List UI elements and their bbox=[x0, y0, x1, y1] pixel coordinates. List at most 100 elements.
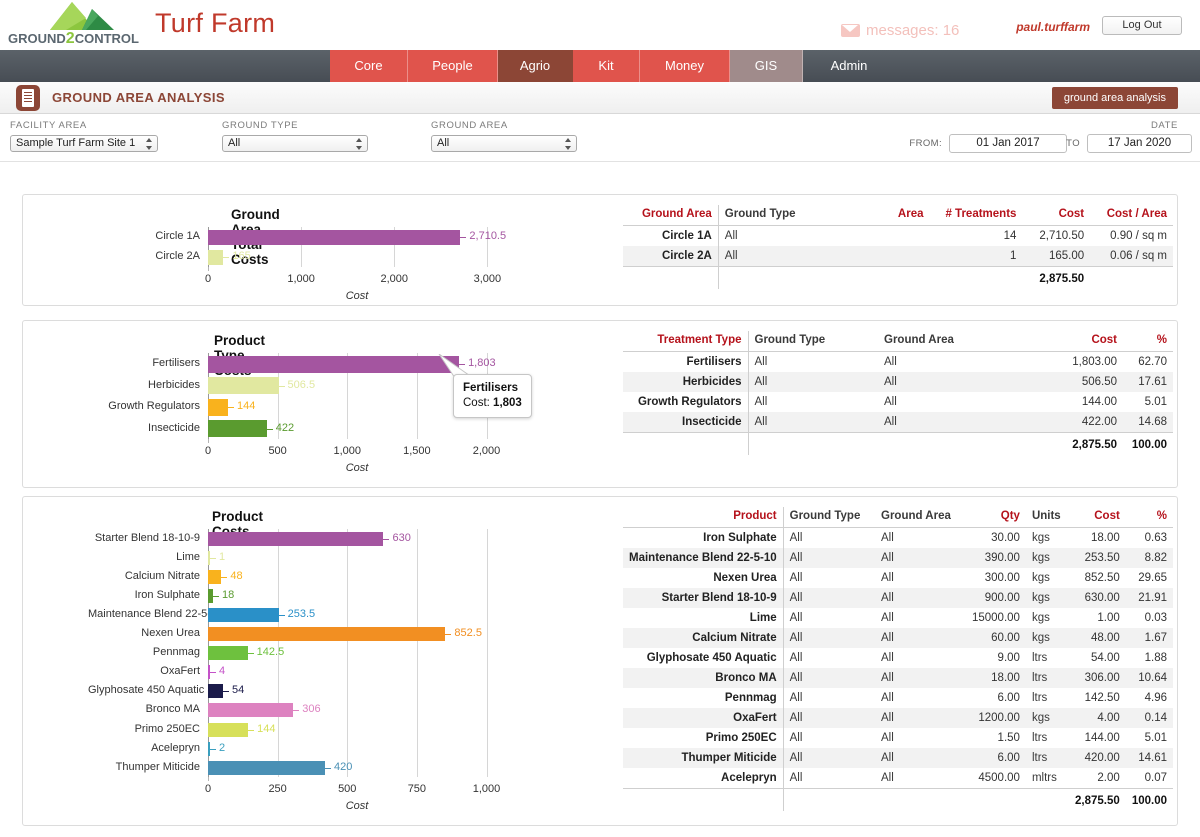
cell-pct: 1.67 bbox=[1125, 628, 1173, 648]
facility-area-select[interactable]: Sample Turf Farm Site 1 bbox=[10, 135, 158, 152]
chart-bar[interactable] bbox=[208, 420, 267, 437]
table-header-row: Treatment Type Ground Type Ground Area C… bbox=[623, 331, 1173, 352]
cell-total-pct: 100.00 bbox=[1123, 432, 1173, 455]
nav-tab-core[interactable]: Core bbox=[330, 50, 408, 82]
table-total-row: 2,875.50 bbox=[623, 266, 1173, 289]
chart-value-label: 48 bbox=[230, 569, 243, 582]
cell-pct: 29.65 bbox=[1138, 572, 1167, 584]
cell-blank bbox=[623, 266, 719, 289]
cell-ground-type: All bbox=[789, 612, 803, 624]
chart-x-tick-label: 500 bbox=[268, 445, 287, 457]
table-row[interactable]: Bronco MA All All 18.00 ltrs 306.00 10.64 bbox=[623, 668, 1173, 688]
chart-bar[interactable] bbox=[208, 607, 279, 622]
chart-value-label: 506.5 bbox=[287, 378, 316, 391]
cell-qty: 30.00 bbox=[991, 532, 1020, 544]
cell-qty: 1200.00 bbox=[964, 708, 1026, 728]
chart-value-connector bbox=[293, 710, 300, 712]
cell-qty: 4500.00 bbox=[978, 772, 1020, 784]
table-row[interactable]: Circle 2A All 1 165.00 0.06 / sq m bbox=[623, 246, 1173, 267]
table-row[interactable]: Iron Sulphate All All 30.00 kgs 18.00 0.63 bbox=[623, 527, 1173, 548]
chart-bar[interactable] bbox=[208, 229, 461, 245]
th-cost: Cost bbox=[1022, 205, 1091, 226]
chart-bar[interactable] bbox=[208, 627, 446, 641]
breadcrumb[interactable]: ground area analysis bbox=[1051, 87, 1178, 109]
cell-cost: 54.00 bbox=[1091, 652, 1120, 664]
table-row[interactable]: Primo 250EC All All 1.50 ltrs 144.00 5.01 bbox=[623, 728, 1173, 748]
chart-value-label: 852.5 bbox=[454, 627, 482, 639]
table-row[interactable]: OxaFert All All 1200.00 kgs 4.00 0.14 bbox=[623, 708, 1173, 728]
chart-value-label: 54 bbox=[232, 684, 245, 697]
table-row[interactable]: Growth Regulators All All 144.00 5.01 bbox=[623, 392, 1173, 412]
chart-category-label: Acelepryn bbox=[151, 741, 200, 754]
cell-total-cost: 2,875.50 bbox=[1069, 788, 1126, 811]
chart-category-label: Fertilisers bbox=[152, 357, 200, 369]
main-navigation: Core People Agrio Kit Money GIS Admin bbox=[0, 50, 1200, 82]
date-to-input[interactable]: 17 Jan 2020 bbox=[1087, 134, 1192, 153]
chart-value-label: 165 bbox=[232, 250, 251, 262]
cell-total-pct: 100.00 bbox=[1125, 788, 1173, 811]
chart-bar[interactable] bbox=[208, 398, 229, 416]
table-total-row: 2,875.50 100.00 bbox=[623, 788, 1173, 811]
chart-value-connector bbox=[210, 672, 216, 674]
table-row[interactable]: Thumper Miticide All All 6.00 ltrs 420.00 14.6… bbox=[623, 748, 1173, 768]
cell-qty: 18.00 bbox=[964, 668, 1026, 688]
chart-bar[interactable] bbox=[208, 377, 279, 394]
table-row[interactable]: Circle 1A All 14 2,710.50 0.90 / sq m bbox=[623, 225, 1173, 246]
chart-bar[interactable] bbox=[208, 722, 249, 737]
ground-type-select[interactable]: All bbox=[222, 135, 368, 152]
chart-value-connector bbox=[213, 595, 219, 597]
nav-tab-agrio[interactable]: Agrio bbox=[498, 50, 573, 82]
table-row[interactable]: Insecticide All All 422.00 14.68 bbox=[623, 412, 1173, 433]
page-title-bar: GROUND AREA ANALYSIS ground area analysi… bbox=[0, 82, 1200, 114]
cell-pct: 14.68 bbox=[1123, 412, 1173, 433]
chart-value-connector bbox=[460, 237, 467, 238]
nav-tab-people[interactable]: People bbox=[408, 50, 498, 82]
chart-x-tick-label: 2,000 bbox=[472, 445, 501, 457]
cell-ground-area: All bbox=[881, 612, 894, 624]
chart-bar[interactable] bbox=[208, 569, 222, 584]
date-label: DATE bbox=[1150, 120, 1178, 131]
table-body: Fertilisers All All 1,803.00 62.70 Herbicides… bbox=[623, 351, 1173, 455]
logout-button[interactable]: Log Out bbox=[1102, 16, 1182, 35]
messages-indicator[interactable]: messages: 16 bbox=[841, 22, 959, 39]
chart-bar[interactable] bbox=[208, 684, 224, 699]
table-row[interactable]: Acelepryn All All 4500.00 mltrs 2.00 0.07 bbox=[623, 768, 1173, 789]
table-row[interactable]: Glyphosate 450 Aquatic All All 9.00 ltrs 54.0… bbox=[623, 648, 1173, 668]
cell-blank bbox=[865, 266, 930, 289]
table-row[interactable]: Fertilisers All All 1,803.00 62.70 bbox=[623, 351, 1173, 372]
date-from-input[interactable]: 01 Jan 2017 bbox=[949, 134, 1067, 153]
cell-pct: 1.88 bbox=[1144, 652, 1167, 664]
cell-ground-area: All bbox=[884, 396, 897, 408]
chart-bar[interactable] bbox=[208, 249, 224, 265]
chart-bar[interactable] bbox=[208, 646, 248, 661]
table-row[interactable]: Maintenance Blend 22-5-10 All All 390.00 kgs… bbox=[623, 548, 1173, 568]
table-row[interactable]: Herbicides All All 506.50 17.61 bbox=[623, 372, 1173, 392]
chart-bar[interactable] bbox=[208, 355, 460, 373]
nav-tab-kit[interactable]: Kit bbox=[573, 50, 640, 82]
nav-tab-money[interactable]: Money bbox=[640, 50, 730, 82]
cell-pct: 0.03 bbox=[1144, 612, 1167, 624]
cell-ground-type: All bbox=[783, 548, 875, 568]
cell-cost: 165.00 bbox=[1022, 246, 1091, 267]
product-table: Product Ground Type Ground Area Qty Unit… bbox=[623, 507, 1173, 811]
cell-ground-type: All bbox=[754, 356, 768, 368]
chart-tooltip: Fertilisers Cost: 1,803 bbox=[453, 374, 532, 418]
chart-bar[interactable] bbox=[208, 531, 384, 546]
ground-area-select[interactable]: All bbox=[431, 135, 577, 152]
brand-logo[interactable]: GROUND2CONTROL bbox=[8, 1, 139, 47]
table-row[interactable]: Pennmag All All 6.00 ltrs 142.50 4.96 bbox=[623, 688, 1173, 708]
chart-x-tick-label: 2,000 bbox=[380, 273, 409, 285]
logo-wordmark: GROUND2CONTROL bbox=[8, 30, 139, 47]
nav-tab-admin[interactable]: Admin bbox=[803, 50, 895, 82]
cell-units: kgs bbox=[1031, 532, 1050, 544]
chart-bar[interactable] bbox=[208, 760, 325, 775]
table-row[interactable]: Nexen Urea All All 300.00 kgs 852.50 29.65 bbox=[623, 568, 1173, 588]
table-row[interactable]: Calcium Nitrate All All 60.00 kgs 48.00 1.67 bbox=[623, 628, 1173, 648]
cell-cost: 852.50 bbox=[1084, 572, 1120, 584]
nav-tab-gis[interactable]: GIS bbox=[730, 50, 803, 82]
cell-treatment-type: Fertilisers bbox=[623, 351, 749, 372]
table-row[interactable]: Lime All All 15000.00 kgs 1.00 0.03 bbox=[623, 608, 1173, 628]
select-arrows-icon bbox=[146, 138, 153, 150]
chart-bar[interactable] bbox=[208, 703, 294, 718]
table-row[interactable]: Starter Blend 18-10-9 All All 900.00 kgs 630.… bbox=[623, 588, 1173, 608]
